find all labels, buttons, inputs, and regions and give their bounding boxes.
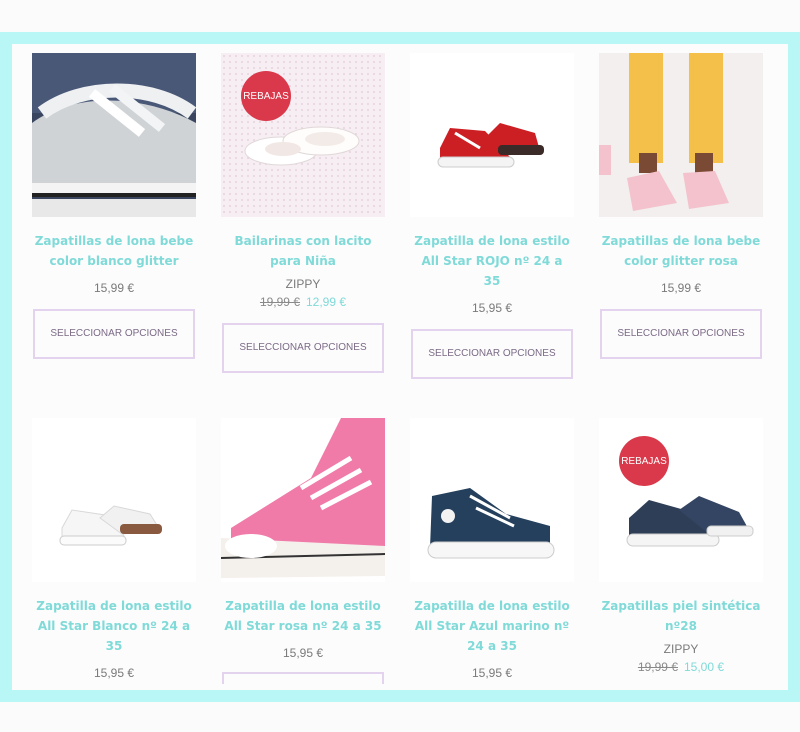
product-price: 15,95 €: [471, 666, 513, 680]
select-options-button[interactable]: SELECCIONAR OPCIONES: [411, 329, 573, 379]
red-canvas-sneakers-icon: [437, 123, 544, 168]
product-grid-frame: Zapatillas de lona bebe color blanco gli…: [0, 32, 800, 702]
product-price: 19,99 € 15,00 €: [599, 660, 763, 674]
pink-glitter-sneakers-kid-icon: [599, 53, 763, 217]
sale-price: 12,99 €: [306, 295, 347, 309]
select-options-button-partial[interactable]: [222, 672, 384, 684]
white-ballerina-flats-icon: [244, 126, 360, 166]
product-card: Zapatillas de lona bebe color blanco gli…: [32, 53, 196, 359]
product-image[interactable]: [599, 53, 763, 217]
product-image[interactable]: REBAJAS: [221, 53, 385, 217]
product-brand: ZIPPY: [663, 642, 699, 656]
product-image[interactable]: [32, 53, 196, 217]
product-price: 15,99 €: [93, 281, 135, 295]
product-image[interactable]: [32, 418, 196, 582]
product-title[interactable]: Zapatilla de lona estilo All Star Blanco…: [32, 596, 196, 656]
navy-hightop-sneaker-icon: [427, 488, 555, 559]
product-title[interactable]: Zapatillas piel sintética nº28: [599, 596, 763, 636]
product-price: 19,99 € 12,99 €: [221, 295, 385, 309]
product-card: Zapatilla de lona estilo All Star ROJO n…: [410, 53, 574, 379]
white-canvas-sneakers-icon: [59, 505, 162, 546]
product-card: Zapatilla de lona estilo All Star Blanco…: [32, 418, 196, 680]
silver-glitter-sneaker-icon: [32, 53, 196, 217]
product-price: 15,99 €: [660, 281, 702, 295]
product-price: 15,95 €: [282, 646, 324, 660]
product-image[interactable]: [410, 53, 574, 217]
product-card: Zapatilla de lona estilo All Star rosa n…: [221, 418, 385, 684]
product-title[interactable]: Zapatilla de lona estilo All Star ROJO n…: [410, 231, 574, 291]
product-image[interactable]: REBAJAS: [599, 418, 763, 582]
product-card: REBAJAS Bailarinas con lacito para Niña …: [221, 53, 385, 373]
select-options-button[interactable]: SELECCIONAR OPCIONES: [222, 323, 384, 373]
product-price: 15,95 €: [471, 301, 513, 315]
product-brand: ZIPPY: [285, 277, 321, 291]
product-image[interactable]: [410, 418, 574, 582]
product-title[interactable]: Zapatillas de lona bebe color glitter ro…: [599, 231, 763, 271]
sale-price: 15,00 €: [684, 660, 725, 674]
product-card: Zapatillas de lona bebe color glitter ro…: [599, 53, 763, 359]
product-card: REBAJAS Zapatillas piel sintética nº28 Z…: [599, 418, 763, 674]
sale-badge: REBAJAS: [241, 71, 291, 121]
product-title[interactable]: Zapatilla de lona estilo All Star rosa n…: [221, 596, 385, 636]
select-options-button[interactable]: SELECCIONAR OPCIONES: [33, 309, 195, 359]
product-image[interactable]: [221, 418, 385, 582]
product-card: Zapatilla de lona estilo All Star Azul m…: [410, 418, 574, 680]
product-title[interactable]: Zapatillas de lona bebe color blanco gli…: [32, 231, 196, 271]
product-title[interactable]: Zapatilla de lona estilo All Star Azul m…: [410, 596, 574, 656]
sale-badge: REBAJAS: [619, 436, 669, 486]
pink-hightop-sneaker-icon: [221, 418, 385, 578]
old-price: 19,99 €: [259, 295, 300, 309]
old-price: 19,99 €: [637, 660, 678, 674]
product-grid: Zapatillas de lona bebe color blanco gli…: [12, 44, 788, 690]
navy-leather-sneakers-icon: [626, 496, 754, 547]
select-options-button[interactable]: SELECCIONAR OPCIONES: [600, 309, 762, 359]
product-title[interactable]: Bailarinas con lacito para Niña: [221, 231, 385, 271]
product-price: 15,95 €: [93, 666, 135, 680]
